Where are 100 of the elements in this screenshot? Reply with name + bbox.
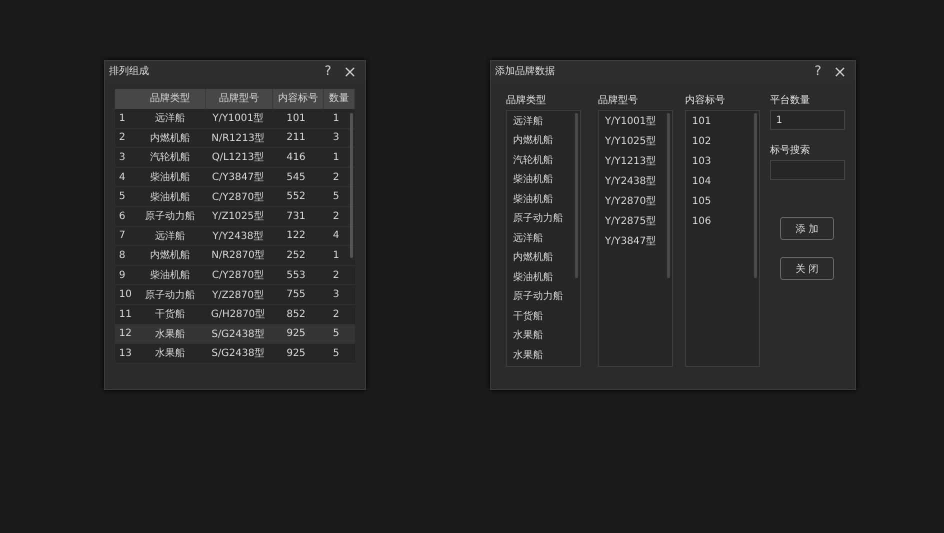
table-cell-text: Y/Y2438型 [211,230,265,243]
table-cell-text: 2 [332,270,340,281]
table-cell-text: N/R2870型 [210,248,266,262]
list-item[interactable]: 102 [692,133,759,153]
table-cell-text: 10 [118,289,133,300]
table-row[interactable]: 13 水果船 S/G2438型 925 5 [115,344,355,364]
table-cell-text: 柴油机船 [149,268,191,282]
list-item[interactable]: Y/Y2438型 [605,173,672,193]
dialog-button[interactable]: 关 闭 [780,257,834,280]
table-cell-text: 5 [332,348,340,359]
table-cell-text: 1 [118,112,126,124]
table-cell-text: C/Y2870型 [211,190,265,204]
table-cell-text: 内燃机船 [149,248,191,262]
column-header[interactable]: 数量 [324,89,355,109]
table-cell-text: 柴油机船 [149,170,191,184]
list-item[interactable]: Y/Y2875型 [605,213,672,233]
list-item[interactable]: 远洋船 [513,230,580,250]
list-item[interactable]: 干货船 [513,308,580,328]
column-header[interactable]: 品牌类型 [135,89,206,109]
table-cell-text: 远洋船 [154,230,186,243]
table-cell-text: 731 [285,210,307,222]
table-cell-text: 4 [118,172,126,183]
list-label: 品牌型号 [598,94,639,107]
table-cell-text: 汽轮机船 [149,150,191,164]
table-cell-text: 252 [285,250,307,261]
table-cell-text: Q/L1213型 [210,150,266,164]
scrollbar[interactable] [754,113,757,278]
list-item[interactable]: 柴油机船 [513,171,580,191]
list-item[interactable]: 原子动力船 [513,288,580,308]
table-cell-text: 7 [118,230,126,242]
table-cell-text: 925 [285,348,307,359]
scrollbar[interactable] [350,113,353,258]
help-button[interactable]: ? [807,62,829,80]
field-label: 平台数量 [770,94,811,107]
list-item[interactable]: 远洋船 [513,113,580,132]
table-cell-text: 5 [332,328,340,340]
help-button[interactable]: ? [317,62,339,80]
list-item[interactable]: 内燃机船 [513,249,580,269]
list-item[interactable]: 103 [692,153,759,173]
list-item[interactable]: 106 [692,213,759,233]
table-row[interactable]: 12 水果船 S/G2438型 925 5 [115,324,355,344]
table-cell-text: 远洋船 [154,112,186,126]
list-item[interactable]: 柴油机船 [513,190,580,210]
table-cell-text: 1 [332,152,340,163]
list-item[interactable]: Y/Y3847型 [605,233,672,253]
list-item[interactable]: 水果船 [513,327,580,347]
input-field[interactable] [770,160,845,180]
table-cell-text: 3 [332,132,340,144]
window-title: 排列组成 [109,64,150,78]
table-cell-text: 5 [118,191,126,202]
list-item[interactable]: 汽轮机船 [513,152,580,172]
table-cell-text: C/Y3847型 [211,170,265,184]
table-cell-text: 水果船 [154,346,186,360]
table-cell-text: 11 [118,308,133,320]
table-cell-text: 545 [285,172,307,183]
list-item[interactable]: 柴油机船 [513,268,580,288]
table-cell-text: 原子动力船 [144,210,196,224]
table-cell-text: 3 [118,152,126,163]
table-cell-text: 2 [118,132,126,144]
list-label: 品牌类型 [506,94,547,107]
input-field[interactable]: 1 [770,110,845,130]
list-item[interactable]: Y/Y1001型 [605,113,672,133]
column-header[interactable]: 品牌型号 [206,89,273,109]
table-cell-text: 211 [285,132,307,144]
table-cell-text: G/H2870型 [210,308,266,322]
table-cell-text: 9 [118,270,126,281]
list-label: 内容标号 [685,94,726,107]
list-item[interactable]: 水果船 [513,346,580,366]
table-cell-text: 2 [332,172,340,183]
table-cell-text: 1 [332,112,340,124]
table-cell-text: C/Y2870型 [211,268,265,282]
close-button[interactable]: × [829,62,851,80]
list-item[interactable]: Y/Y1213型 [605,153,672,173]
list-item[interactable]: 105 [692,193,759,213]
table-cell-text: Y/Z2870型 [211,288,265,302]
list-item[interactable]: 内燃机船 [513,132,580,152]
table-cell-text: 5 [332,191,340,202]
list-item[interactable]: Y/Y1025型 [605,133,672,153]
table-cell-text: 4 [332,230,340,242]
table-cell-text: 2 [332,308,340,320]
list-item[interactable]: 101 [692,113,759,133]
table-cell-text: 755 [285,289,307,300]
table-cell-text: 552 [285,191,307,202]
table-cell-text: Y/Z1025型 [211,210,265,224]
column-header[interactable]: 内容标号 [273,89,324,109]
table-cell-text: 内燃机船 [149,132,191,145]
table-cell-text: 852 [285,308,307,320]
scrollbar[interactable] [667,113,670,278]
table-row[interactable]: 9 柴油机船 C/Y2870型 553 2 [115,266,355,286]
close-button[interactable]: × [339,62,361,80]
table-row[interactable]: 10 原子动力船 Y/Z2870型 755 3 [115,285,355,305]
dialog-button[interactable]: 添 加 [780,217,834,240]
list-item[interactable]: 原子动力船 [513,210,580,230]
table-cell-text: 柴油机船 [149,190,191,204]
table-cell-text: 水果船 [154,328,186,341]
table-cell-text: 925 [285,328,307,340]
scrollbar[interactable] [575,113,578,278]
list-item[interactable]: 104 [692,173,759,193]
list-item[interactable]: Y/Y2870型 [605,193,672,213]
field-label: 标号搜索 [770,144,811,157]
